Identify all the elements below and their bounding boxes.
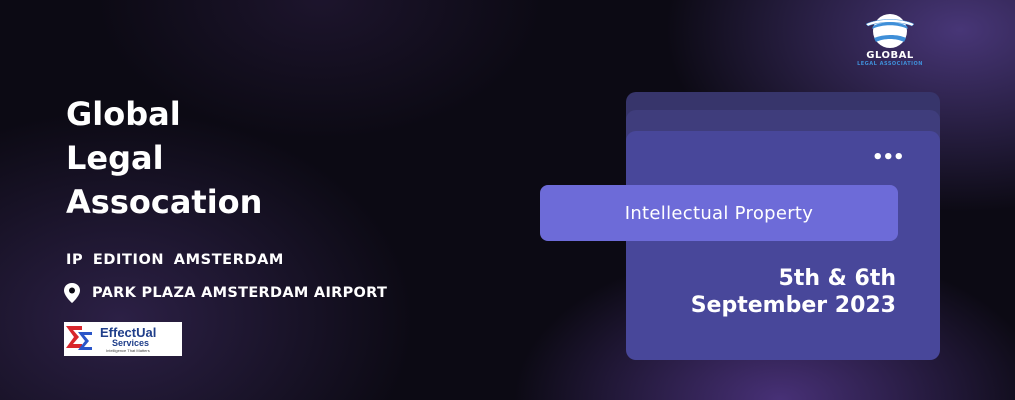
venue: PARK PLAZA AMSTERDAM AIRPORT	[62, 282, 387, 304]
title-line-2: Legal	[66, 139, 164, 177]
title-line-3: Assocation	[66, 183, 263, 221]
topic-pill: Intellectual Property	[540, 185, 898, 241]
date-line-1: 5th & 6th	[778, 266, 896, 291]
sponsor-logo: EffectUal Services Intelligence That Mat…	[64, 322, 182, 356]
association-logo: GLOBAL LEGAL ASSOCIATION	[840, 12, 940, 78]
date-line-2: September 2023	[690, 293, 896, 318]
edition-label: IP EDITION AMSTERDAM	[66, 252, 284, 268]
event-date: 5th & 6th September 2023	[626, 265, 896, 319]
globe-logo-icon	[865, 14, 915, 48]
logo-subtitle: LEGAL ASSOCIATION	[857, 61, 923, 67]
sponsor-mark-icon	[66, 326, 92, 350]
title-line-1: Global	[66, 95, 181, 133]
venue-text: PARK PLAZA AMSTERDAM AIRPORT	[92, 285, 388, 301]
more-dots-icon[interactable]: •••	[872, 149, 905, 167]
location-pin-icon	[64, 283, 80, 303]
sponsor-sub: Services	[112, 337, 150, 348]
event-title: Global Legal Assocation	[66, 92, 262, 224]
sponsor-tagline: Intelligence That Matters	[106, 347, 150, 353]
logo-name: GLOBAL	[866, 50, 914, 61]
sponsor-name: EffectUal	[100, 324, 157, 340]
